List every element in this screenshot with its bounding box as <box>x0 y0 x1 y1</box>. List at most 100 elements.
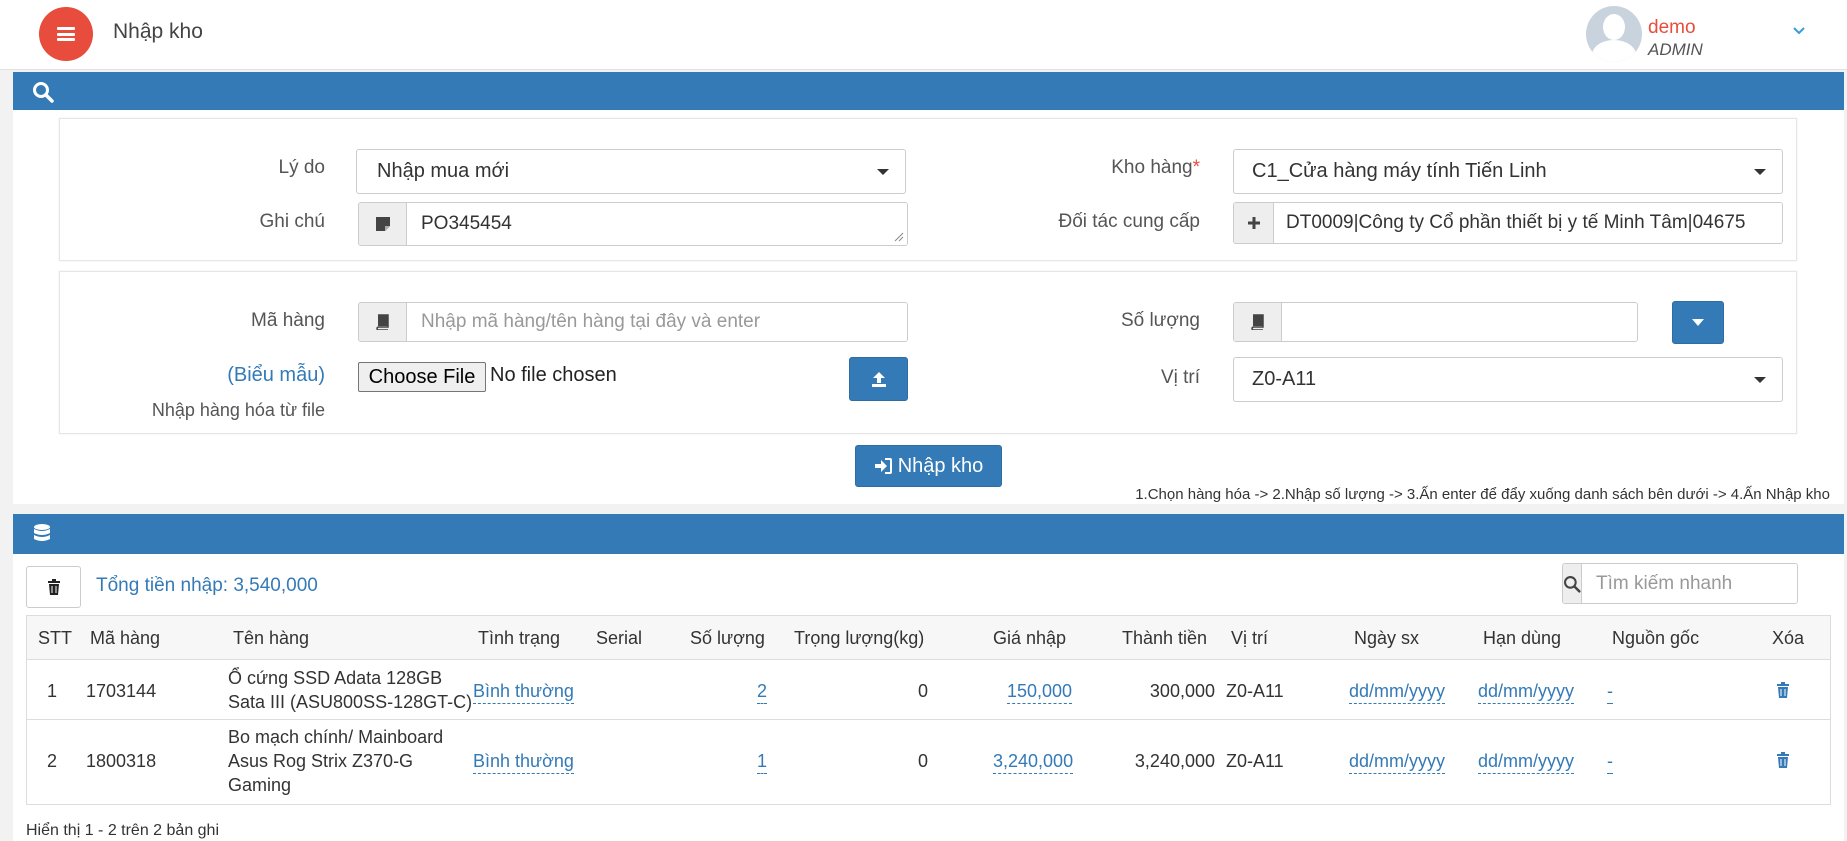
quantity-dropdown-button[interactable] <box>1672 301 1724 344</box>
list-panel-header <box>13 514 1844 554</box>
row1-price[interactable]: 150,000 <box>1007 679 1073 704</box>
row2-total: 3,240,000 <box>1134 751 1215 771</box>
caret-down-icon <box>1754 169 1766 175</box>
warehouse-value: C1_Cửa hàng máy tính Tiến Linh <box>1252 160 1547 182</box>
trash-icon[interactable] <box>1776 752 1790 768</box>
row2-name-line1: Bo mạch chính/ Mainboard <box>228 727 444 747</box>
column-header-quantity: Số lượng <box>690 628 765 648</box>
resize-handle-icon <box>894 232 904 242</box>
column-header-origin: Nguồn gốc <box>1612 628 1700 648</box>
row1-total: 300,000 <box>1149 681 1215 701</box>
row1-mfg-date[interactable]: dd/mm/yyyy <box>1349 679 1446 704</box>
column-header-delete: Xóa <box>1772 628 1805 648</box>
sign-in-icon <box>874 458 892 474</box>
row2-stt: 2 <box>47 751 58 771</box>
row1-name-line1: Ổ cứng SSD Adata 128GB <box>228 668 443 688</box>
database-icon <box>34 524 50 541</box>
upload-button[interactable] <box>849 357 908 401</box>
quantity-field[interactable] <box>1282 303 1637 341</box>
row2-name-line3: Gaming <box>228 775 292 795</box>
trash-icon <box>47 579 60 595</box>
total-import-amount: Tổng tiền nhập: 3,540,000 <box>96 575 318 596</box>
reason-select[interactable]: Nhập mua mới <box>356 149 906 194</box>
row1-weight: 0 <box>917 681 928 701</box>
row1-origin[interactable]: - <box>1607 679 1613 704</box>
column-header-weight: Trọng lượng(kg) <box>794 628 925 648</box>
row1-quantity[interactable]: 2 <box>757 679 768 704</box>
row2-mfg-date[interactable]: dd/mm/yyyy <box>1349 749 1446 774</box>
note-label: Ghi chú <box>259 211 325 232</box>
row1-location: Z0-A11 <box>1226 681 1284 701</box>
book-icon <box>1234 303 1282 341</box>
row2-quantity[interactable]: 1 <box>757 749 768 774</box>
import-file-label: Nhập hàng hóa từ file <box>151 400 325 420</box>
hamburger-icon <box>57 27 75 41</box>
product-code-input[interactable] <box>407 303 907 341</box>
row1-stt: 1 <box>47 681 58 701</box>
row1-status[interactable]: Bình thường <box>473 679 574 704</box>
row1-name-line2: Sata III (ASU800SS-128GT-C) <box>228 692 473 712</box>
product-code-label: Mã hàng <box>251 310 325 331</box>
caret-down-icon <box>1692 318 1704 326</box>
warehouse-select[interactable]: C1_Cửa hàng máy tính Tiến Linh <box>1233 149 1783 194</box>
column-header-exp-date: Hạn dùng <box>1483 628 1562 648</box>
row1-code: 1703144 <box>86 681 157 701</box>
row2-status[interactable]: Bình thường <box>473 749 574 774</box>
note-input-group: PO345454 <box>358 202 908 246</box>
trash-icon[interactable] <box>1776 682 1790 698</box>
warehouse-label-text: Kho hàng <box>1111 157 1193 178</box>
supplier-input-group: DT0009|Công ty Cổ phần thiết bị y tế Min… <box>1233 202 1783 244</box>
location-label: Vị trí <box>1160 367 1200 388</box>
caret-down-icon <box>877 169 889 175</box>
user-name[interactable]: demo <box>1648 17 1696 39</box>
quick-search-input[interactable] <box>1582 564 1797 603</box>
no-file-chosen-text: No file chosen <box>490 364 617 386</box>
note-field[interactable]: PO345454 <box>407 203 907 245</box>
avatar[interactable] <box>1586 6 1642 62</box>
column-header-total: Thành tiền <box>1122 628 1208 648</box>
row1-exp-date[interactable]: dd/mm/yyyy <box>1478 679 1575 704</box>
top-bar <box>0 0 1847 70</box>
quantity-input-group <box>1233 302 1638 342</box>
product-code-input-group <box>358 302 908 342</box>
reason-label: Lý do <box>278 157 325 178</box>
choose-file-button[interactable]: Choose File <box>358 362 486 392</box>
note-icon <box>359 203 407 245</box>
supplier-field[interactable]: DT0009|Công ty Cổ phần thiết bị y tế Min… <box>1274 203 1782 243</box>
search-panel-header <box>13 72 1844 110</box>
column-header-mfg-date: Ngày sx <box>1354 628 1420 648</box>
required-marker: * <box>1192 157 1200 178</box>
row2-exp-date[interactable]: dd/mm/yyyy <box>1478 749 1575 774</box>
quantity-label: Số lượng <box>1120 310 1200 331</box>
column-header-location: Vị trí <box>1231 628 1269 648</box>
reason-value: Nhập mua mới <box>377 160 510 182</box>
chevron-down-icon[interactable] <box>1792 24 1806 38</box>
instructions-text: 1.Chọn hàng hóa -> 2.Nhập số lượng -> 3.… <box>1135 486 1830 503</box>
column-header-code: Mã hàng <box>90 628 161 648</box>
import-submit-label: Nhập kho <box>897 454 984 477</box>
plus-icon[interactable] <box>1234 203 1274 243</box>
location-select[interactable]: Z0-A11 <box>1233 357 1783 402</box>
column-header-price: Giá nhập <box>993 628 1067 648</box>
column-header-serial: Serial <box>596 628 643 648</box>
page-title: Nhập kho <box>113 20 203 43</box>
column-header-name: Tên hàng <box>233 628 310 648</box>
row2-location: Z0-A11 <box>1226 751 1284 771</box>
quick-search-group <box>1562 563 1798 604</box>
search-icon <box>33 82 54 103</box>
import-submit-button[interactable]: Nhập kho <box>855 445 1002 487</box>
row2-weight: 0 <box>917 751 928 771</box>
template-link[interactable]: (Biểu mẫu) <box>180 364 325 387</box>
row2-origin[interactable]: - <box>1607 749 1613 774</box>
location-value: Z0-A11 <box>1252 368 1317 390</box>
caret-down-icon <box>1754 377 1766 383</box>
column-header-stt: STT <box>38 628 72 648</box>
menu-toggle-button[interactable] <box>39 7 93 61</box>
column-header-status: Tình trạng <box>478 628 561 648</box>
supplier-label: Đối tác cung cấp <box>1058 211 1200 232</box>
delete-all-button[interactable] <box>26 566 81 608</box>
search-icon <box>1563 564 1582 603</box>
row2-price[interactable]: 3,240,000 <box>993 749 1074 774</box>
row2-name-line2: Asus Rog Strix Z370-G <box>228 751 414 771</box>
book-icon <box>359 303 407 341</box>
